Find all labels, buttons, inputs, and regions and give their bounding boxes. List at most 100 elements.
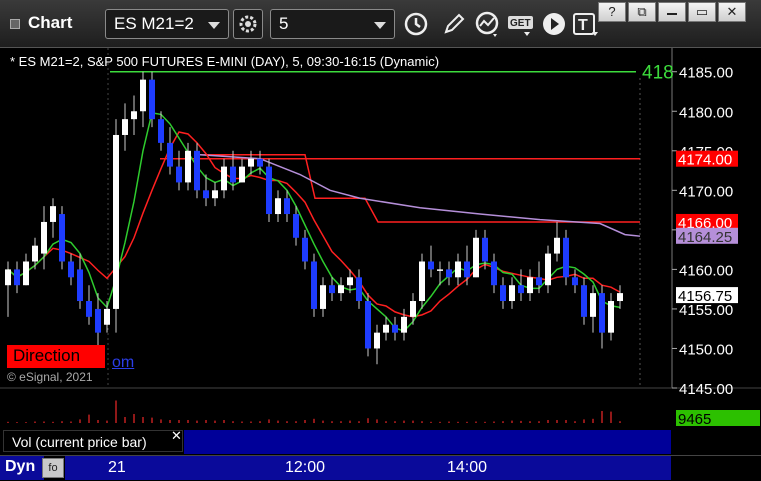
candle-body [338, 285, 344, 294]
candle-body [329, 285, 335, 294]
candle-body [230, 166, 236, 183]
candle-body [50, 206, 56, 222]
dynamic-label[interactable]: Dyn [0, 456, 44, 480]
candle-body [617, 293, 623, 302]
candle-body [383, 324, 389, 333]
symbol-value: ES M21=2 [114, 14, 194, 33]
minimize-icon [667, 13, 677, 15]
chart-area[interactable]: 4185.004180.004175.004170.004165.004160.… [0, 48, 761, 481]
candle-body [41, 221, 47, 254]
candle-body [365, 301, 371, 349]
link-fragment[interactable]: om [112, 354, 134, 372]
price-tick-label: 4185.00 [679, 65, 733, 82]
candle-body [68, 261, 74, 278]
symbol-combobox[interactable]: ES M21=2 [105, 9, 229, 39]
maximize-label: ▭ [695, 4, 709, 19]
candle-body [491, 261, 497, 286]
candle-body [374, 332, 380, 349]
candle-body [266, 166, 272, 215]
play-button[interactable] [540, 10, 568, 38]
green-level-label: 418 [642, 63, 674, 84]
time-tick-label: 14:00 [447, 459, 488, 476]
candle-body [311, 261, 317, 309]
gear-icon [239, 15, 257, 33]
candle-body [95, 308, 101, 333]
settings-button[interactable] [233, 9, 263, 39]
candle-body [203, 190, 209, 199]
time-tick-label: 12:00 [285, 459, 326, 476]
maximize-button[interactable]: ▭ [688, 2, 716, 22]
price-badge-label: 4156.75 [678, 288, 732, 305]
get-icon: GET [508, 16, 533, 36]
chevron-down-icon [374, 22, 386, 29]
candle-body [608, 301, 614, 333]
candle-body [500, 285, 506, 302]
minimize-button[interactable] [658, 2, 686, 22]
candle-body [356, 277, 362, 302]
candle-body [257, 158, 263, 167]
candle-body [23, 261, 29, 286]
candle-body [284, 198, 290, 215]
help-label: ? [608, 4, 616, 19]
restore-label: ⧉ [637, 4, 647, 19]
candle-body [59, 214, 65, 262]
candle-body [194, 150, 200, 191]
candle-body [572, 277, 578, 286]
candle-body [599, 293, 605, 333]
volume-close-button[interactable]: ✕ [171, 428, 182, 444]
candle-body [248, 158, 254, 167]
interval-combobox[interactable]: 5 [270, 9, 395, 39]
pencil-icon [444, 13, 465, 34]
time-tool-button[interactable] [402, 10, 430, 38]
svg-text:GET: GET [510, 18, 531, 29]
title-bar: Chart ES M21=2 5 GET T ? ⧉ ▭ ✕ [0, 0, 761, 48]
candle-body [212, 190, 218, 199]
direction-label: Direction [7, 345, 105, 368]
price-tick-label: 4150.00 [679, 341, 733, 358]
copyright-text: © eSignal, 2021 [7, 370, 93, 384]
help-button[interactable]: ? [598, 2, 626, 22]
candle-body [509, 285, 515, 302]
window-title: Chart [10, 13, 72, 33]
candle-body [32, 245, 38, 262]
price-tick-label: 4180.00 [679, 104, 733, 121]
candle-body [176, 166, 182, 183]
draw-tool-button[interactable] [440, 10, 468, 38]
get-data-button[interactable]: GET [507, 10, 535, 38]
fo-icon[interactable]: fo [42, 458, 64, 478]
close-label: ✕ [726, 4, 738, 19]
window-title-text: Chart [28, 13, 73, 32]
restore-button[interactable]: ⧉ [628, 2, 656, 22]
candle-body [302, 237, 308, 262]
candle-body [473, 237, 479, 278]
candle-body [446, 269, 452, 278]
chevron-down-icon [208, 22, 220, 29]
indicator-icon [475, 11, 499, 37]
volume-badge-label: 9465 [678, 411, 711, 428]
window-menu-icon[interactable] [10, 18, 20, 29]
close-button[interactable]: ✕ [718, 2, 746, 22]
candle-body [455, 261, 461, 278]
studies-button[interactable] [474, 10, 502, 38]
candle-body [14, 269, 20, 286]
candle-body [581, 285, 587, 317]
candle-body [140, 79, 146, 112]
candle-body [293, 214, 299, 238]
volume-label: Vol (current price bar) [3, 430, 183, 452]
svg-text:T: T [578, 17, 588, 34]
play-icon [543, 13, 565, 35]
candle-body [275, 198, 281, 215]
candle-body [86, 301, 92, 317]
candle-body [563, 237, 569, 278]
price-chart[interactable]: 4185.004180.004175.004170.004165.004160.… [0, 48, 761, 481]
price-tick-label: 4145.00 [679, 381, 733, 398]
candle-body [158, 119, 164, 143]
text-tool-button[interactable]: T [572, 10, 600, 38]
candle-body [554, 237, 560, 254]
candle-body [347, 277, 353, 286]
interval-value: 5 [279, 14, 289, 33]
candle-body [419, 261, 425, 302]
candle-body [464, 261, 470, 278]
candle-body [392, 324, 398, 333]
time-axis-band [65, 456, 671, 480]
